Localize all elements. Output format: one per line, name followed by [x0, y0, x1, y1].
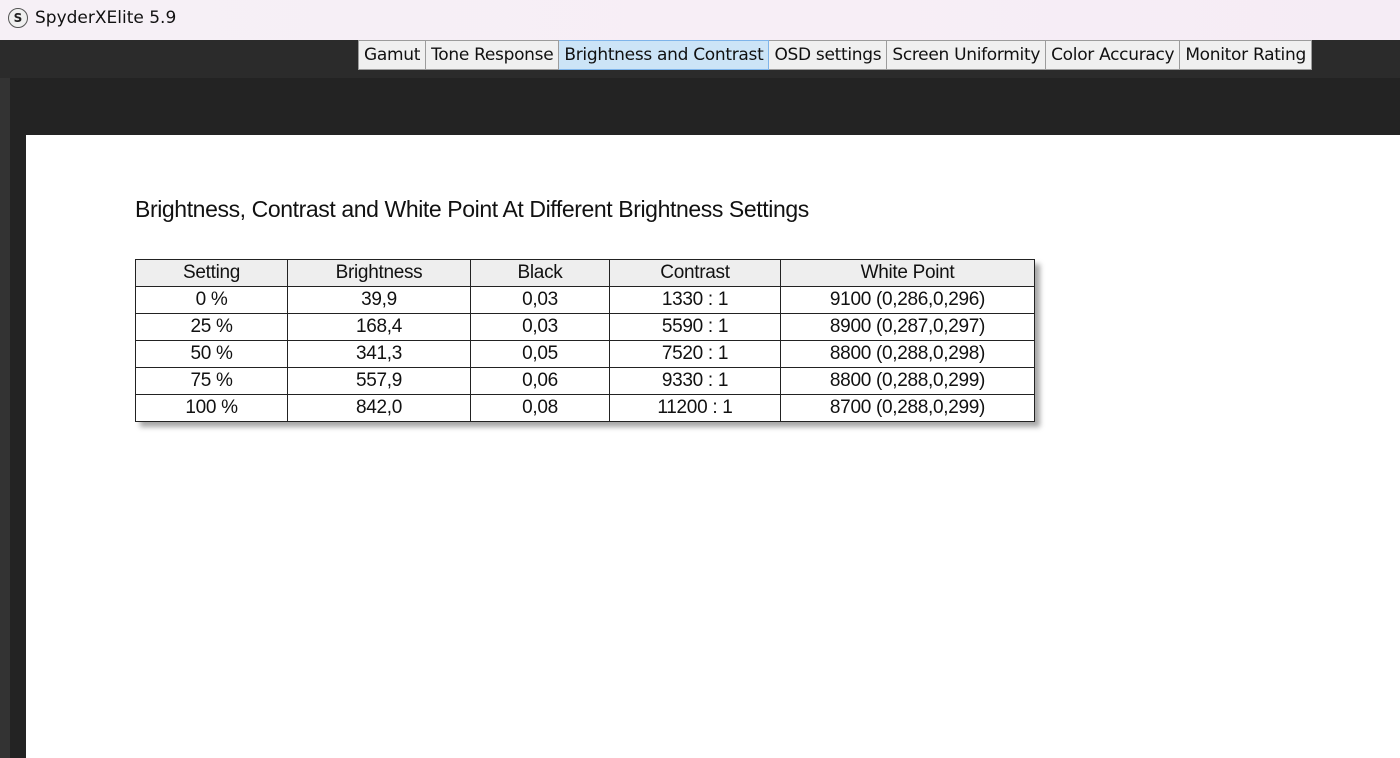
tab-color-accuracy[interactable]: Color Accuracy: [1046, 40, 1181, 70]
column-header-black: Black: [470, 259, 610, 287]
cell-setting: 25 %: [135, 313, 288, 341]
window-title: SpyderXElite 5.9: [35, 8, 177, 28]
column-header-contrast: Contrast: [609, 259, 781, 287]
tab-gamut[interactable]: Gamut: [358, 40, 427, 70]
cell-contrast: 7520 : 1: [609, 340, 781, 368]
tab-brightness-and-contrast[interactable]: Brightness and Contrast: [559, 40, 770, 70]
cell-black: 0,05: [470, 340, 610, 368]
title-bar: S SpyderXElite 5.9: [0, 0, 1400, 40]
table-row: 75 % 557,9 0,06 9330 : 1 8800 (0,288,0,2…: [135, 367, 1035, 395]
cell-brightness: 842,0: [287, 394, 471, 422]
table-row: 25 % 168,4 0,03 5590 : 1 8900 (0,287,0,2…: [135, 313, 1035, 341]
column-header-white-point: White Point: [780, 259, 1035, 287]
table-row: 100 % 842,0 0,08 11200 : 1 8700 (0,288,0…: [135, 394, 1035, 422]
cell-contrast: 5590 : 1: [609, 313, 781, 341]
cell-white-point: 8700 (0,288,0,299): [780, 394, 1035, 422]
cell-black: 0,06: [470, 367, 610, 395]
results-table: Setting Brightness Black Contrast White …: [135, 259, 1035, 422]
tab-tone-response[interactable]: Tone Response: [426, 40, 560, 70]
cell-setting: 100 %: [135, 394, 288, 422]
cell-setting: 50 %: [135, 340, 288, 368]
table-row: 0 % 39,9 0,03 1330 : 1 9100 (0,286,0,296…: [135, 286, 1035, 314]
report-title: Brightness, Contrast and White Point At …: [135, 196, 809, 222]
cell-white-point: 8900 (0,287,0,297): [780, 313, 1035, 341]
cell-white-point: 9100 (0,286,0,296): [780, 286, 1035, 314]
results-table-wrapper: Setting Brightness Black Contrast White …: [135, 259, 1035, 422]
cell-brightness: 168,4: [287, 313, 471, 341]
cell-brightness: 557,9: [287, 367, 471, 395]
cell-brightness: 39,9: [287, 286, 471, 314]
column-header-brightness: Brightness: [287, 259, 471, 287]
cell-white-point: 8800 (0,288,0,298): [780, 340, 1035, 368]
cell-setting: 0 %: [135, 286, 288, 314]
tab-monitor-rating[interactable]: Monitor Rating: [1180, 40, 1312, 70]
report-page: Brightness, Contrast and White Point At …: [26, 135, 1400, 758]
report-tabs: Gamut Tone Response Brightness and Contr…: [358, 40, 1312, 70]
cell-contrast: 1330 : 1: [609, 286, 781, 314]
cell-black: 0,03: [470, 286, 610, 314]
tab-osd-settings[interactable]: OSD settings: [769, 40, 888, 70]
column-header-setting: Setting: [135, 259, 288, 287]
cell-black: 0,08: [470, 394, 610, 422]
left-edge: [0, 78, 10, 758]
table-header-row: Setting Brightness Black Contrast White …: [135, 259, 1035, 287]
cell-white-point: 8800 (0,288,0,299): [780, 367, 1035, 395]
cell-brightness: 341,3: [287, 340, 471, 368]
table-row: 50 % 341,3 0,05 7520 : 1 8800 (0,288,0,2…: [135, 340, 1035, 368]
tab-screen-uniformity[interactable]: Screen Uniformity: [887, 40, 1047, 70]
cell-setting: 75 %: [135, 367, 288, 395]
cell-contrast: 9330 : 1: [609, 367, 781, 395]
cell-black: 0,03: [470, 313, 610, 341]
spyder-s-icon: S: [8, 8, 28, 28]
cell-contrast: 11200 : 1: [609, 394, 781, 422]
